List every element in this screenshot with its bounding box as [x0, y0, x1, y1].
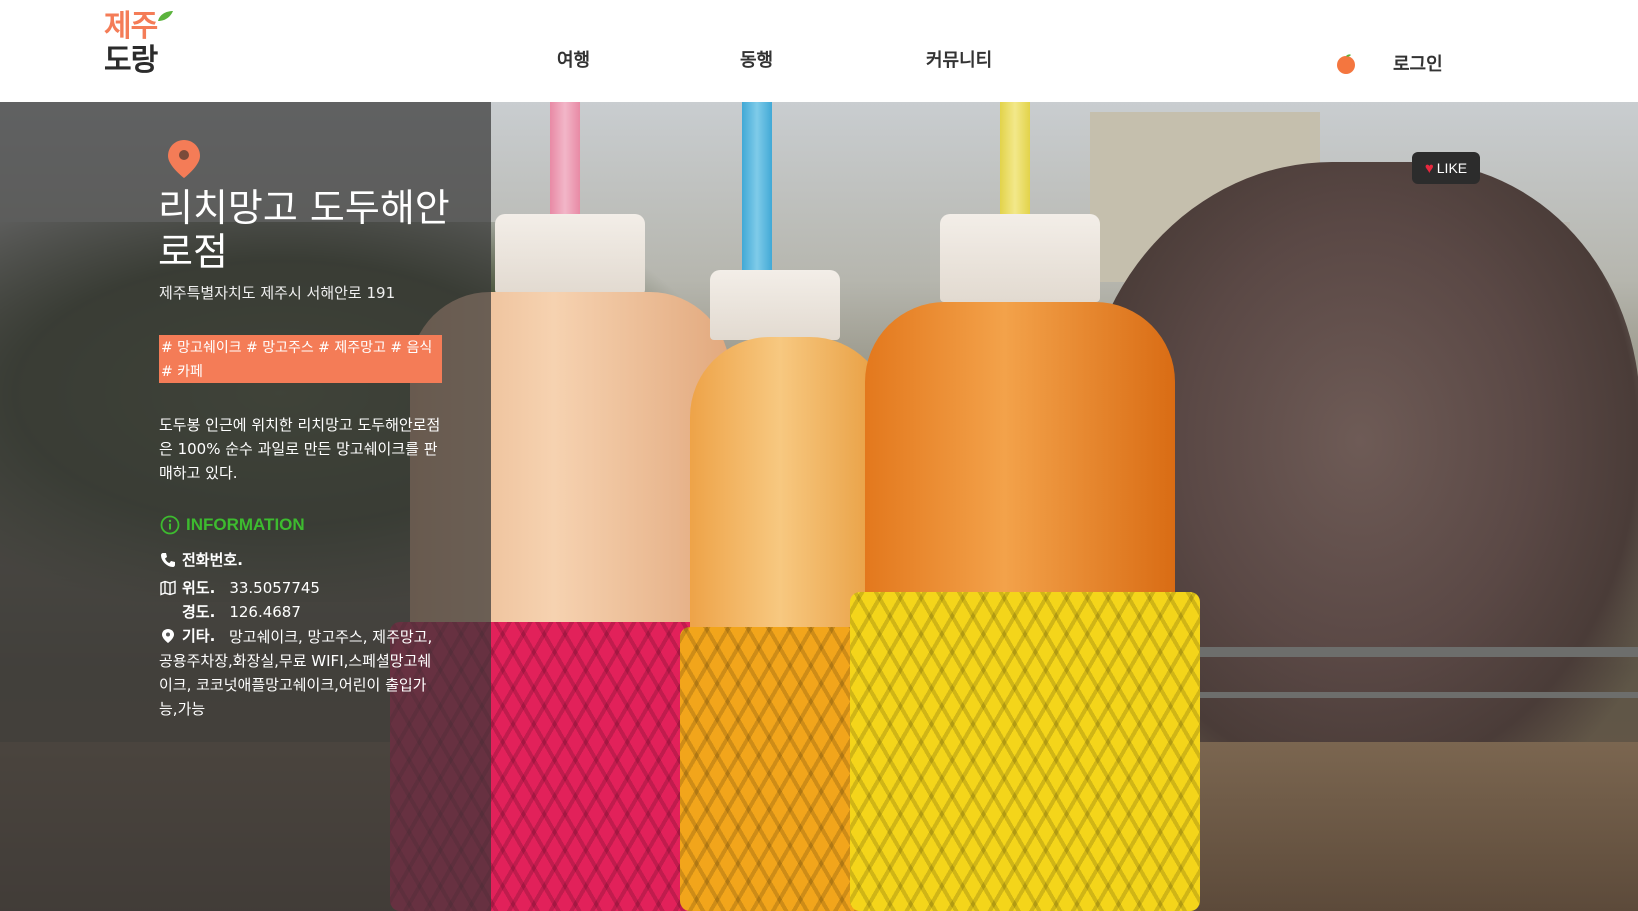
- orange-icon: [1337, 54, 1355, 74]
- nav-travel[interactable]: 여행: [557, 46, 590, 72]
- longitude-row: 경도. 126.4687: [182, 601, 301, 622]
- background-railing-lower: [1200, 692, 1638, 698]
- site-logo[interactable]: 제주 도랑: [104, 10, 184, 82]
- map-icon: [160, 580, 176, 596]
- like-label: LIKE: [1436, 160, 1468, 176]
- place-tags: # 망고쉐이크 # 망고주스 # 제주망고 # 음식 # 카페: [159, 335, 442, 383]
- place-address: 제주특별자치도 제주시 서해안로 191: [159, 284, 396, 302]
- place-description: 도두봉 인근에 위치한 리치망고 도두해안로점은 100% 순수 과일로 만든 …: [159, 416, 441, 482]
- site-header: 제주 도랑 여행 동행 커뮤니티 로그인: [0, 0, 1638, 102]
- etc-value: 망고쉐이크, 망고주스, 제주망고, 공용주차장,화장실,무료 WIFI,스페셜…: [159, 628, 433, 718]
- latitude-value: 33.5057745: [229, 578, 320, 597]
- heart-icon: ♥: [1424, 159, 1434, 177]
- phone-label: 전화번호.: [182, 551, 243, 569]
- background-railing: [1200, 647, 1638, 657]
- info-circle-icon: [160, 515, 180, 535]
- information-heading-text: INFORMATION: [186, 515, 305, 534]
- phone-icon: [161, 552, 175, 567]
- longitude-label: 경도.: [182, 603, 216, 621]
- latitude-label: 위도.: [182, 579, 216, 597]
- place-title: 리치망고 도두해안로점: [158, 186, 450, 274]
- location-pin-icon: [168, 140, 200, 178]
- latitude-row: 위도. 33.5057745: [160, 577, 320, 598]
- nav-community[interactable]: 커뮤니티: [926, 46, 992, 72]
- login-link[interactable]: 로그인: [1393, 50, 1443, 76]
- bottle-right: [850, 102, 1210, 911]
- logo-text-bottom: 도랑: [104, 43, 158, 78]
- information-heading: INFORMATION: [160, 515, 305, 535]
- phone-row: 전화번호.: [160, 549, 257, 570]
- leaf-icon: [158, 11, 173, 21]
- longitude-value: 126.4687: [229, 602, 301, 621]
- nav-companion[interactable]: 동행: [740, 46, 773, 72]
- like-button[interactable]: ♥ LIKE: [1412, 152, 1480, 184]
